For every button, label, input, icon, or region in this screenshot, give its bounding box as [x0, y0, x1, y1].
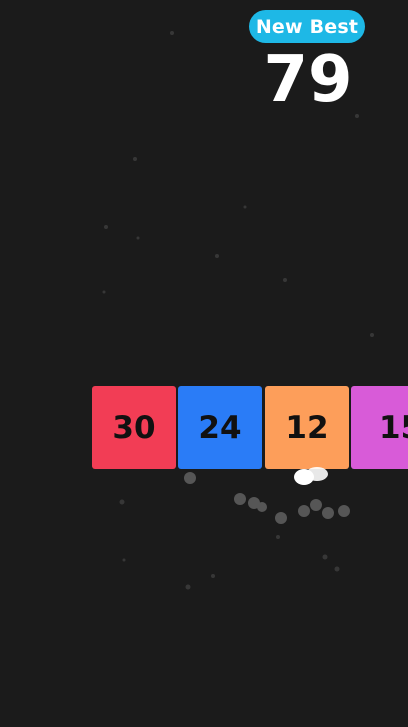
particle — [119, 499, 125, 505]
particle — [102, 290, 106, 294]
trail-particle — [322, 507, 334, 519]
number-block-3[interactable]: 12 — [265, 386, 349, 469]
particle — [185, 584, 191, 590]
block-value: 12 — [285, 409, 329, 446]
new-best-label: New Best — [255, 15, 359, 38]
particle — [334, 566, 340, 572]
block-value: 24 — [198, 409, 242, 446]
block-value: 30 — [112, 409, 156, 446]
particle — [215, 254, 219, 258]
particle — [136, 236, 140, 240]
particle — [322, 554, 328, 560]
trail-particle — [338, 505, 350, 517]
trail-particle — [310, 499, 322, 511]
block-value: 15 — [379, 409, 408, 446]
particle — [170, 31, 174, 35]
score-display: 79 — [263, 43, 353, 117]
trail-particle — [275, 512, 287, 524]
particle — [104, 225, 108, 229]
particle — [133, 157, 137, 161]
particle — [122, 558, 126, 562]
player-ball-trail — [306, 467, 328, 481]
number-block-4[interactable]: 15 — [351, 386, 408, 469]
trail-particle — [298, 505, 310, 517]
trail-particle — [257, 502, 267, 512]
trail-particle — [184, 472, 196, 484]
number-block-1[interactable]: 30 — [92, 386, 176, 469]
particle — [243, 205, 247, 209]
particle — [211, 574, 215, 578]
trail-particle — [234, 493, 246, 505]
number-block-2[interactable]: 24 — [178, 386, 262, 469]
particle — [283, 278, 287, 282]
new-best-badge: New Best — [249, 10, 365, 43]
particle — [276, 535, 280, 539]
particle — [370, 333, 374, 337]
